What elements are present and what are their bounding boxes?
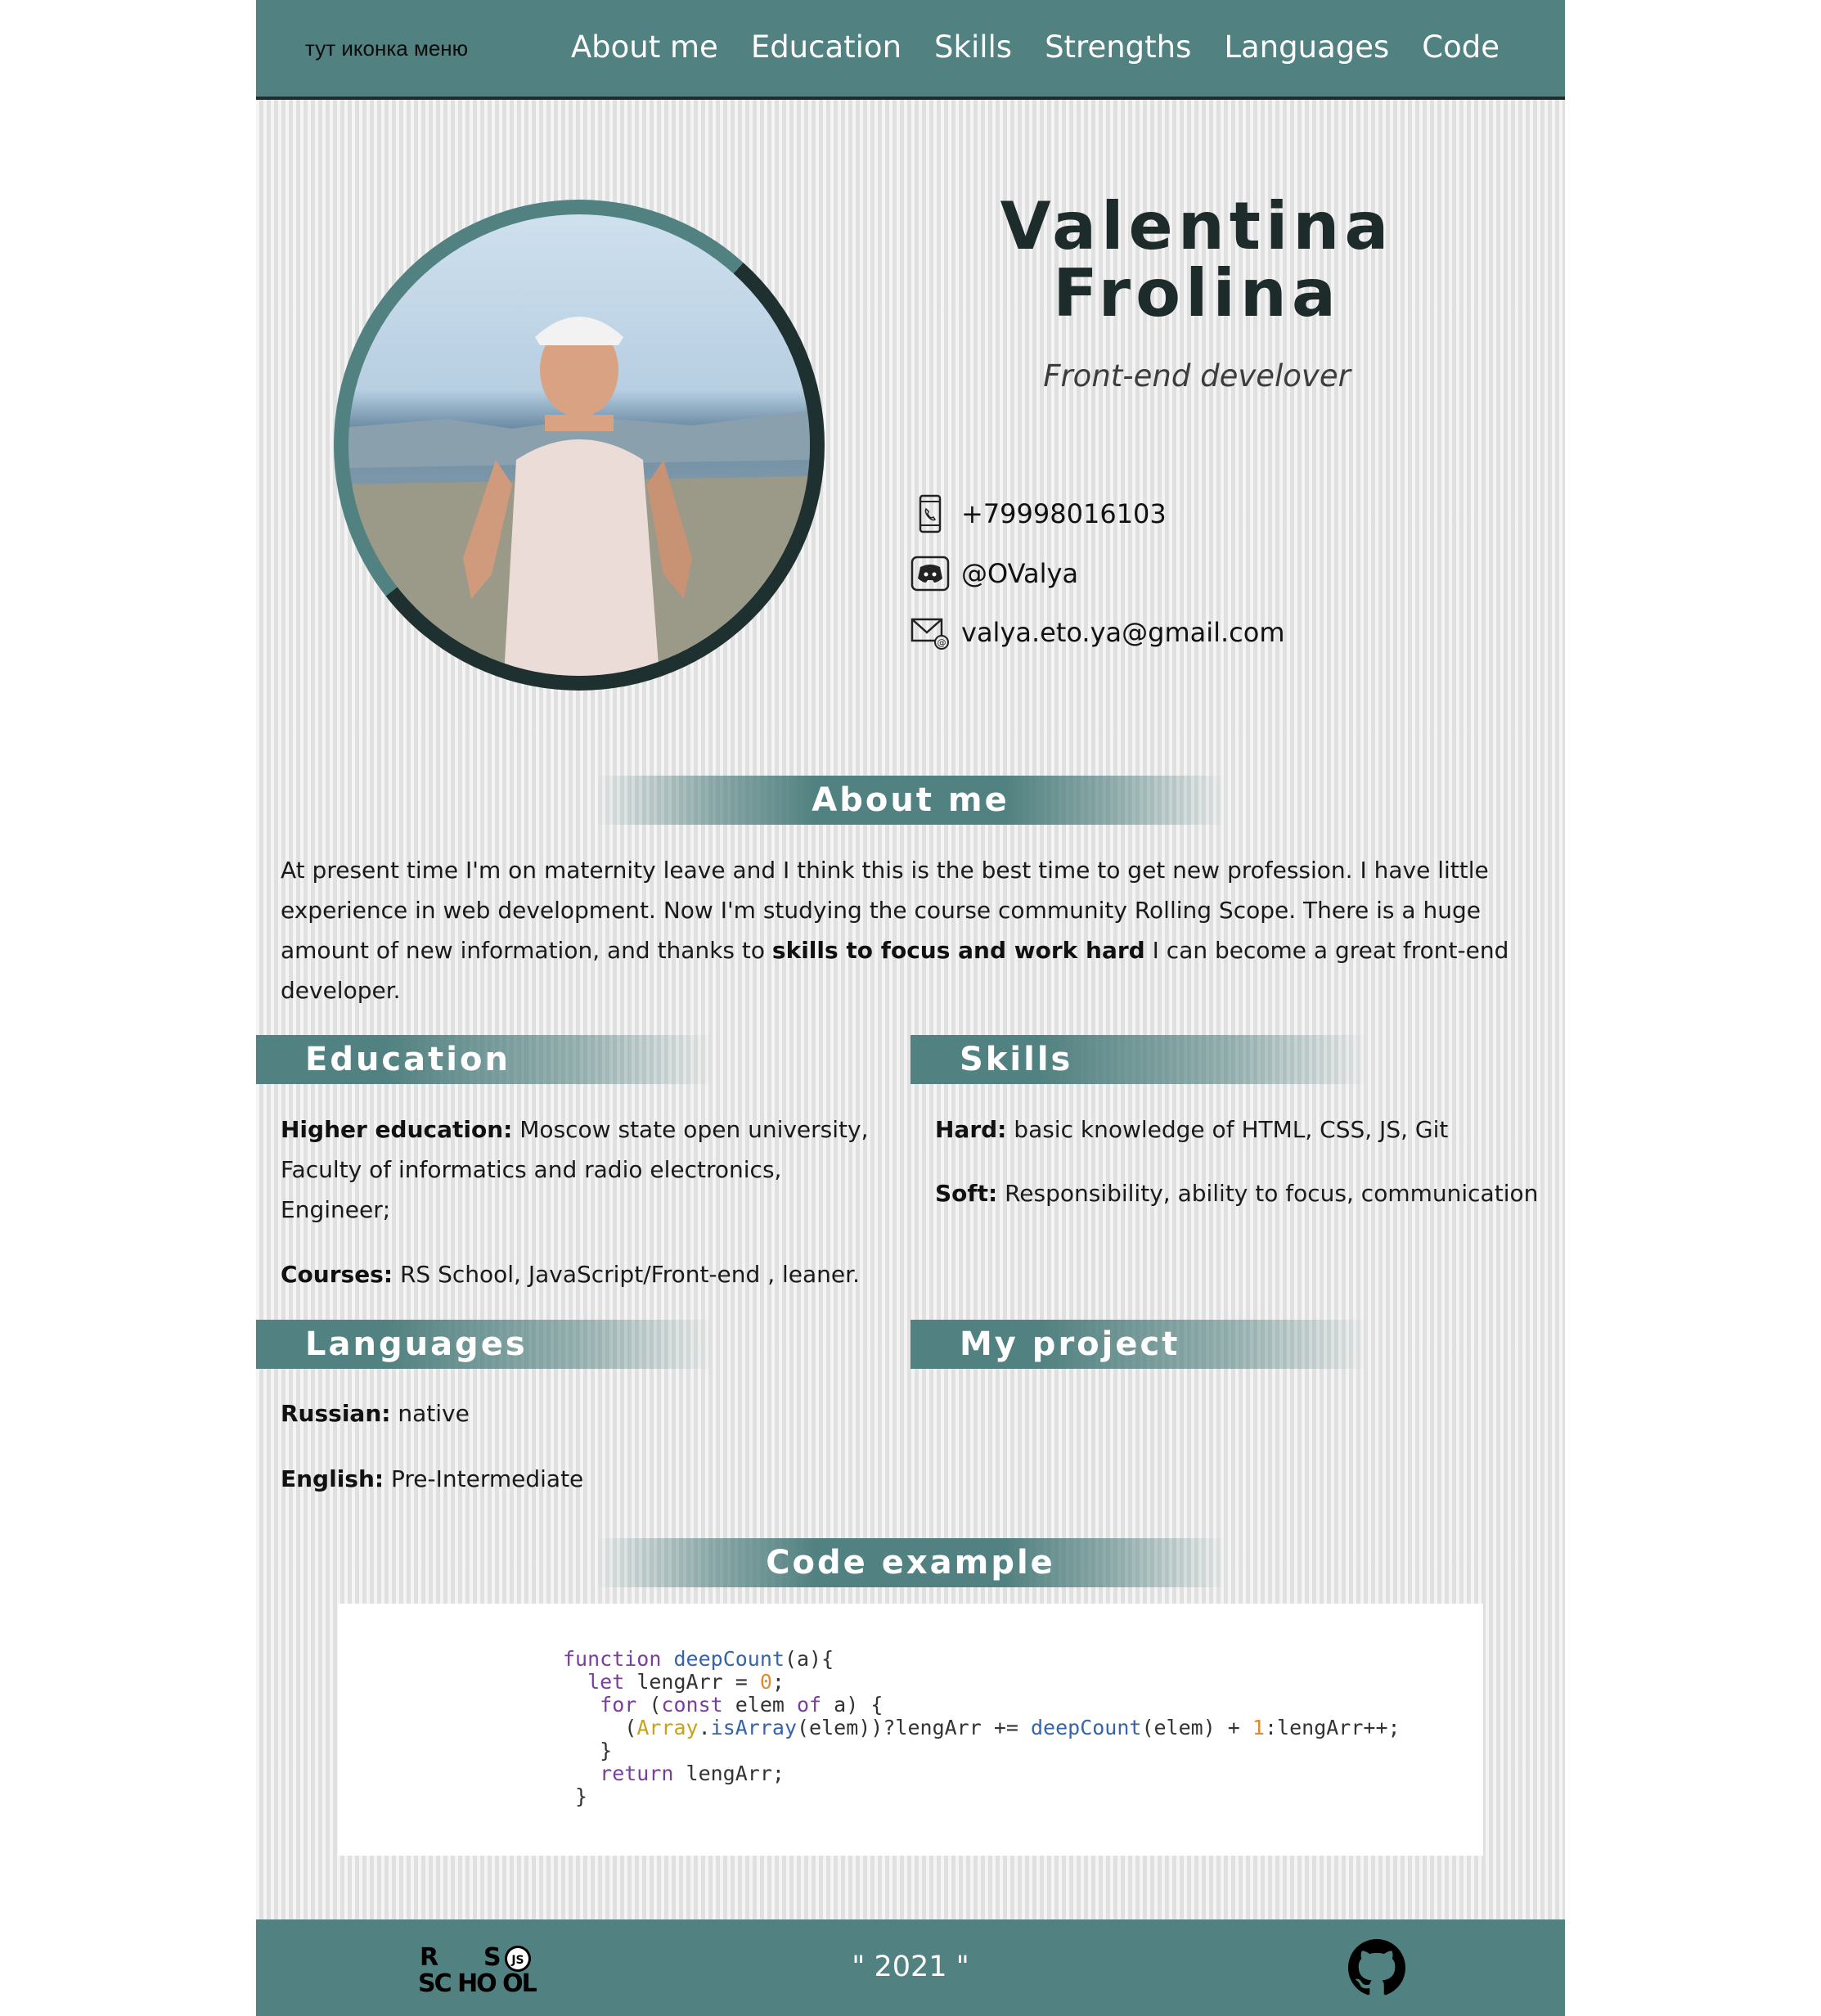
contact-phone: +79998016103 [910, 494, 1167, 533]
skills-soft-label: Soft: [935, 1180, 998, 1207]
section-title-project: My project [910, 1320, 1369, 1369]
about-text: At present time I'm on maternity leave a… [281, 850, 1524, 1010]
svg-text:R: R [420, 1943, 438, 1972]
skills-hard: Hard: basic knowledge of HTML, CSS, JS, … [935, 1109, 1557, 1150]
last-name: Frolina [1053, 255, 1341, 331]
language-russian-label: Russian: [281, 1400, 391, 1427]
section-title-about: About me [596, 776, 1225, 825]
education-courses-value: RS School, JavaScript/Front-end , leaner… [393, 1261, 860, 1288]
profile-role: Front-end develover [1043, 358, 1351, 394]
education-higher: Higher education: Moscow state open univ… [281, 1109, 870, 1230]
phone-text[interactable]: +79998016103 [961, 498, 1167, 529]
svg-text:SC HO OL: SC HO OL [418, 1969, 537, 1995]
code-example: function deepCount(a){ let lengArr = 0; … [338, 1604, 1483, 1856]
skills-soft: Soft: Responsibility, ability to focus, … [935, 1173, 1557, 1213]
language-english: English: Pre-Intermediate [281, 1459, 902, 1499]
education-higher-label: Higher education: [281, 1116, 513, 1143]
footer-year: " 2021 " [852, 1951, 969, 1983]
svg-text:S: S [483, 1943, 501, 1972]
language-english-value: Pre-Intermediate [384, 1465, 584, 1492]
section-title-code: Code example [596, 1538, 1225, 1587]
first-name: Valentina [1000, 188, 1394, 264]
email-text[interactable]: valya.eto.ya@gmail.com [961, 617, 1285, 648]
nav: About me Education Skills Strengths Lang… [571, 29, 1500, 65]
language-russian-value: native [390, 1400, 470, 1427]
skills-soft-value: Responsibility, ability to focus, commun… [997, 1180, 1539, 1207]
contact-discord: @OValya [910, 554, 1078, 593]
nav-languages[interactable]: Languages [1224, 29, 1389, 65]
nav-about[interactable]: About me [571, 29, 718, 65]
nav-skills[interactable]: Skills [934, 29, 1012, 65]
profile-photo [348, 214, 810, 676]
contact-email: @ valya.eto.ya@gmail.com [910, 613, 1285, 652]
github-icon[interactable] [1348, 1939, 1405, 1996]
menu-icon[interactable]: тут иконка меню [305, 36, 468, 61]
rs-school-logo[interactable]: R S JS SC HO OL [418, 1942, 557, 1995]
email-icon: @ [910, 618, 949, 650]
discord-icon [910, 556, 950, 592]
photo-ring [334, 200, 825, 691]
language-russian: Russian: native [281, 1393, 902, 1433]
svg-text:@: @ [937, 637, 946, 648]
code-block: function deepCount(a){ let lengArr = 0; … [563, 1647, 1401, 1808]
language-english-label: English: [281, 1465, 384, 1492]
education-courses-label: Courses: [281, 1261, 393, 1288]
skills-hard-value: basic knowledge of HTML, CSS, JS, Git [1006, 1116, 1449, 1143]
nav-strengths[interactable]: Strengths [1045, 29, 1191, 65]
nav-education[interactable]: Education [751, 29, 902, 65]
skills-hard-label: Hard: [935, 1116, 1007, 1143]
phone-icon [919, 494, 942, 533]
svg-text:JS: JS [510, 1954, 524, 1967]
page: тут иконка меню About me Education Skill… [256, 0, 1565, 2016]
education-courses: Courses: RS School, JavaScript/Front-end… [281, 1254, 902, 1294]
header: тут иконка меню About me Education Skill… [256, 0, 1565, 100]
discord-text[interactable]: @OValya [961, 558, 1078, 589]
profile-name: Valentina Frolina [910, 193, 1483, 327]
about-text-bold: skills to focus and work hard [771, 937, 1145, 964]
nav-code[interactable]: Code [1422, 29, 1500, 65]
section-title-education: Education [256, 1035, 714, 1084]
section-title-skills: Skills [910, 1035, 1369, 1084]
section-title-languages: Languages [256, 1320, 714, 1369]
footer: R S JS SC HO OL " 2021 " [256, 1919, 1565, 2016]
